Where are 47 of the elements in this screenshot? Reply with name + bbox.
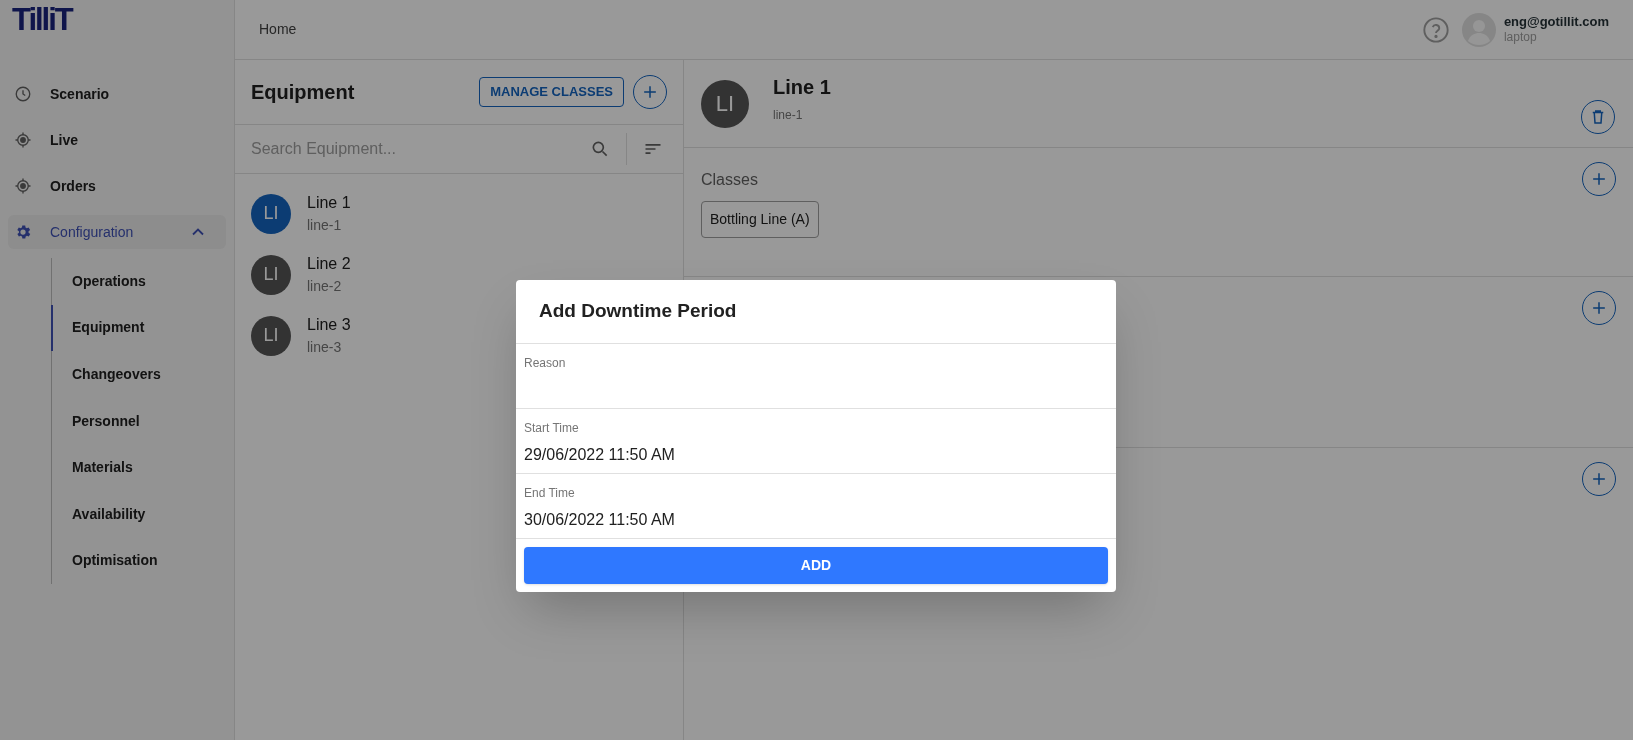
user-email: eng@gotillit.com [1503,13,1609,31]
detail-title: Line 1 [773,74,832,100]
field-input[interactable]: 29/06/2022 11:50 AM [524,443,1108,467]
field-label: Reason [524,355,567,372]
item-id: line-2 [307,277,343,296]
target-icon [14,131,32,149]
item-id: line-3 [307,338,343,357]
nav-subitem[interactable]: Availability [51,490,234,538]
field-label: Start Time [524,420,580,437]
item-name: Line 3 [307,315,351,335]
clock-icon [14,85,32,103]
avatar: LI [701,79,749,128]
class-chip: Bottling Line (A) [701,201,819,238]
text-field[interactable]: Start Time 29/06/2022 11:50 AM [516,409,1116,474]
item-id: line-1 [307,216,343,235]
nav-item[interactable]: Orders [8,169,226,203]
nav-item[interactable]: Live [8,123,226,157]
manage-classes-button[interactable]: MANAGE CLASSES [479,77,624,107]
nav-subitem[interactable]: Operations [51,258,234,305]
breadcrumb[interactable]: Home [259,19,297,40]
avatar: LI [251,193,291,234]
logo: TilliT [12,2,72,37]
search-field[interactable]: Search Equipment... [251,137,590,161]
panel-title: Equipment [251,80,356,105]
avatar: LI [251,254,291,295]
item-name: Line 1 [307,193,351,213]
search-icon[interactable] [590,139,610,159]
user-device: laptop [1503,30,1538,46]
equipment-item[interactable]: LI Line 1 line-1 [235,183,683,244]
nav-item[interactable]: Configuration [8,215,226,249]
nav-item[interactable]: Scenario [8,77,226,111]
section-title: Classes [701,170,758,190]
nav-subitem[interactable]: Equipment [51,304,234,352]
avatar: LI [251,315,291,356]
nav-subitem[interactable]: Changeovers [51,351,234,398]
detail-id: line-1 [773,106,804,124]
help-icon[interactable] [1421,15,1450,44]
target-icon [14,177,32,195]
field-label: End Time [524,485,576,502]
nav-subitem[interactable]: Materials [51,444,234,491]
text-field[interactable]: End Time 30/06/2022 11:50 AM [516,474,1116,539]
field-input[interactable]: 30/06/2022 11:50 AM [524,508,1108,532]
add-button[interactable]: ADD [524,547,1108,584]
text-field[interactable]: Reason [516,344,1116,409]
item-name: Line 2 [307,254,351,274]
nav-subitem[interactable]: Optimisation [51,537,234,585]
nav-subitem[interactable]: Personnel [51,397,234,445]
